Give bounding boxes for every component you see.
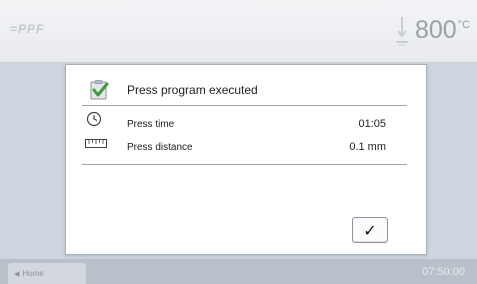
temperature-value: 800 bbox=[415, 16, 457, 44]
results-divider bbox=[82, 164, 407, 165]
dialog-title: Press program executed bbox=[127, 83, 258, 97]
clock-icon bbox=[86, 111, 102, 127]
press-result-dialog: Press program executed Press time 01:05 … bbox=[65, 64, 427, 255]
clipboard-check-icon bbox=[90, 80, 109, 100]
confirm-button[interactable]: ✓ bbox=[352, 217, 388, 243]
back-arrow-icon: ◀ bbox=[14, 270, 20, 278]
temperature-unit: °C bbox=[457, 19, 471, 31]
title-divider bbox=[82, 105, 407, 106]
brand-logo: =PPF bbox=[10, 22, 45, 36]
home-button-label: Home bbox=[22, 269, 44, 278]
home-button[interactable]: ◀ Home bbox=[8, 263, 86, 284]
top-bar: =PPF 800°C bbox=[0, 0, 477, 63]
clock-display: 07:50:00 bbox=[422, 266, 465, 278]
furnace-temperature: 800°C bbox=[415, 16, 470, 45]
press-time-label: Press time bbox=[127, 119, 175, 130]
press-distance-value: 0.1 mm bbox=[349, 141, 386, 153]
bottom-bar: ◀ Home 07:50:00 bbox=[0, 259, 477, 284]
checkmark-icon: ✓ bbox=[363, 220, 377, 240]
press-time-value: 01:05 bbox=[358, 118, 386, 130]
press-distance-label: Press distance bbox=[127, 142, 193, 153]
ruler-icon bbox=[85, 139, 107, 148]
press-arrow-icon bbox=[396, 17, 408, 46]
